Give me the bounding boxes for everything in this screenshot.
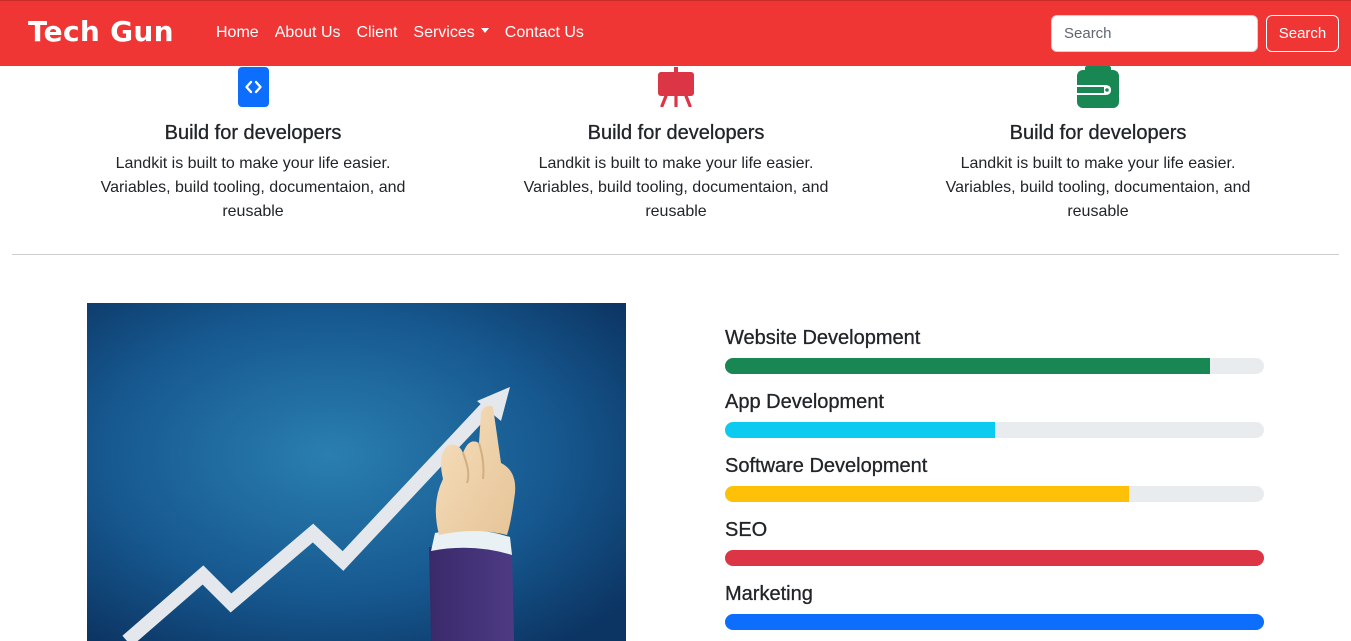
progress-fill	[725, 550, 1264, 566]
brand-logo[interactable]: Tech Gun	[28, 15, 174, 48]
nav-link-client[interactable]: Client	[357, 24, 398, 42]
progress-track	[725, 422, 1264, 438]
skill-label: Software Development	[725, 455, 928, 477]
chevron-down-icon	[480, 28, 489, 34]
feature-line: Landkit is built to make your life easie…	[538, 155, 814, 172]
feature-line: Variables, build tooling, documentaion, …	[945, 179, 1251, 196]
feature-line: Variables, build tooling, documentaion, …	[523, 179, 829, 196]
skill-label: Website Development	[725, 327, 921, 349]
nav-link-contact[interactable]: Contact Us	[505, 24, 584, 42]
feature-line: Landkit is built to make your life easie…	[960, 155, 1236, 172]
feature-description: Landkit is built to make your life easie…	[928, 152, 1268, 224]
skill-marketing: Marketing	[725, 582, 1264, 630]
progress-fill	[725, 422, 995, 438]
nav-link-about[interactable]: About Us	[275, 24, 341, 42]
progress-fill	[725, 486, 1130, 502]
growth-chart-hand-image	[87, 303, 626, 641]
code-icon	[238, 67, 269, 107]
skill-label: Marketing	[725, 583, 813, 605]
progress-track	[725, 486, 1264, 502]
feature-description: Landkit is built to make your life easie…	[506, 152, 846, 224]
growth-illustration	[87, 303, 626, 641]
feature-line: Variables, build tooling, documentaion, …	[100, 179, 406, 196]
search-input[interactable]	[1051, 15, 1258, 52]
navbar: Tech Gun Home About Us Client Services C…	[0, 0, 1351, 66]
nav-links: Home About Us Client Services Contact Us	[216, 24, 584, 42]
skill-label: App Development	[725, 391, 884, 413]
progress-fill	[725, 358, 1211, 374]
skill-app-development: App Development	[725, 390, 1264, 438]
feature-line: reusable	[1067, 203, 1129, 220]
skill-website-development: Website Development	[725, 326, 1264, 374]
feature-title: Build for developers	[164, 122, 342, 144]
progress-track	[725, 614, 1264, 630]
feature-card: Build for developers Landkit is built to…	[506, 66, 846, 224]
nav-dropdown-services[interactable]: Services	[413, 24, 489, 42]
wallet-icon	[1077, 66, 1119, 108]
feature-card: Build for developers Landkit is built to…	[928, 66, 1268, 224]
progress-fill	[725, 614, 1264, 630]
nav-link-services-label: Services	[413, 24, 475, 41]
feature-line: Landkit is built to make your life easie…	[115, 155, 391, 172]
feature-title: Build for developers	[587, 122, 765, 144]
feature-title: Build for developers	[1009, 122, 1187, 144]
search-button[interactable]: Search	[1266, 15, 1339, 52]
feature-description: Landkit is built to make your life easie…	[83, 152, 423, 224]
skill-label: SEO	[725, 519, 768, 541]
feature-line: reusable	[222, 203, 284, 220]
skill-seo: SEO	[725, 518, 1264, 566]
section-divider	[12, 254, 1339, 255]
easel-icon	[658, 67, 694, 107]
feature-card: Build for developers Landkit is built to…	[83, 66, 423, 224]
progress-track	[725, 358, 1264, 374]
feature-line: reusable	[645, 203, 707, 220]
nav-link-home[interactable]: Home	[216, 24, 259, 42]
skill-software-development: Software Development	[725, 454, 1264, 502]
progress-track	[725, 550, 1264, 566]
